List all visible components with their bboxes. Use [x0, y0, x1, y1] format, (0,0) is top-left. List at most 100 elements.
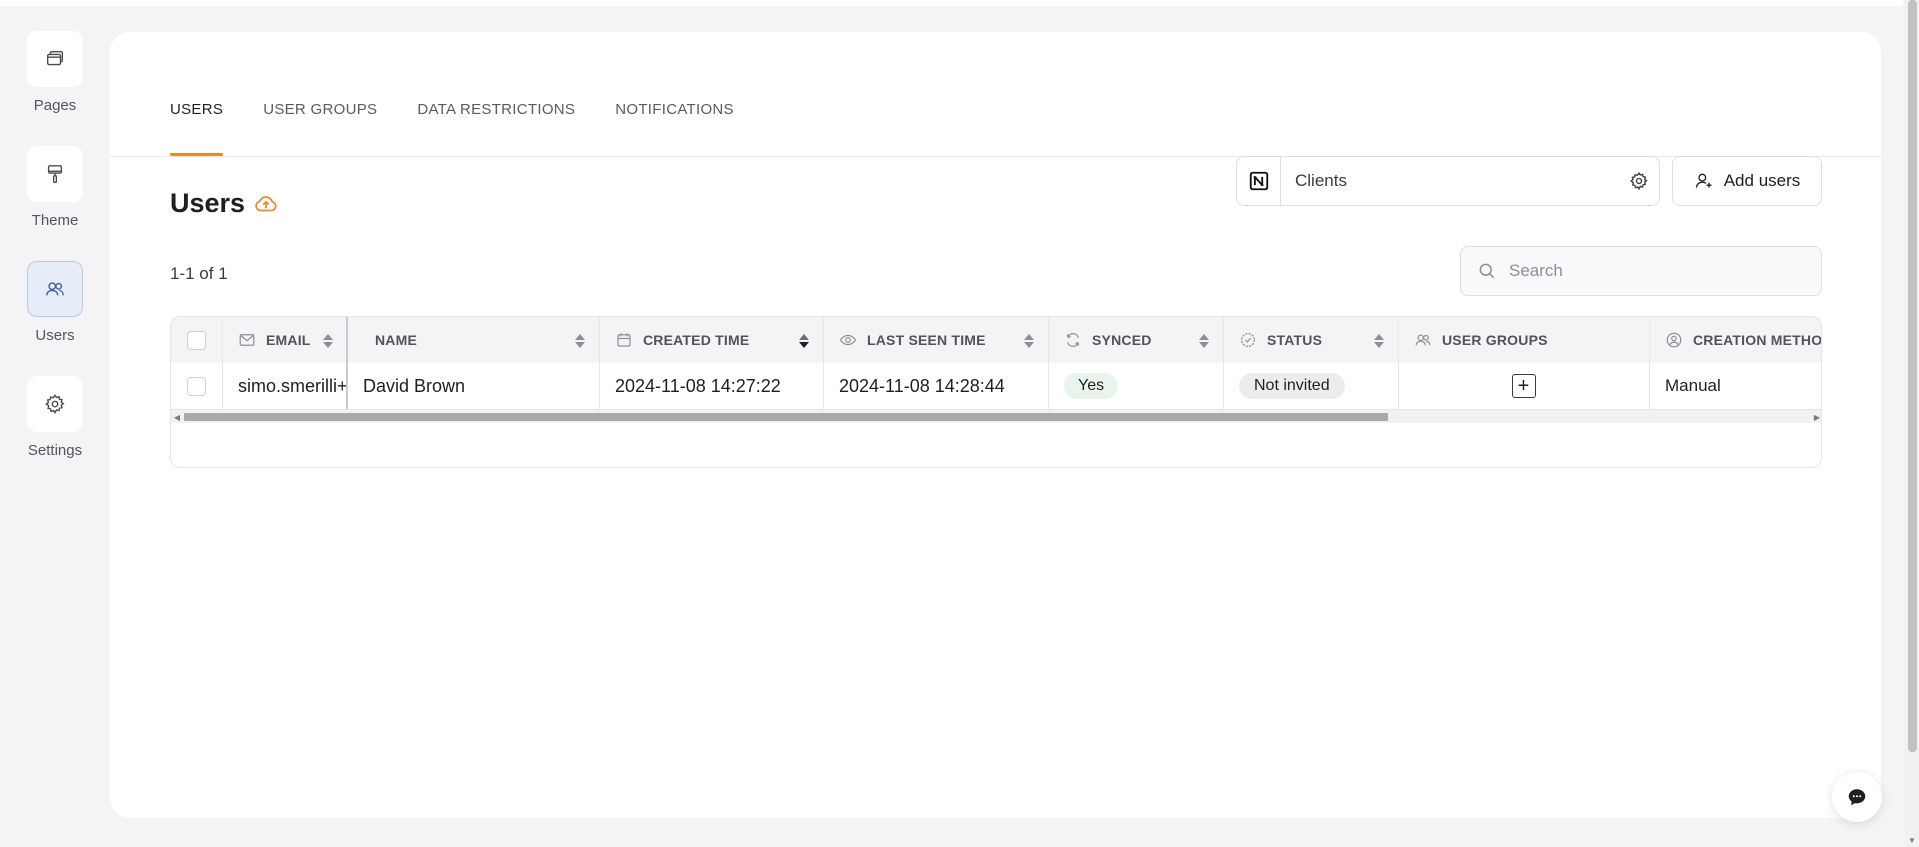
column-label: NAME	[375, 332, 418, 348]
column-label: EMAIL	[266, 332, 311, 348]
sort-icon[interactable]	[573, 333, 587, 349]
top-strip	[0, 0, 1903, 6]
page-vertical-scrollbar[interactable]: ▼	[1905, 0, 1919, 847]
sort-icon-active[interactable]	[797, 333, 811, 349]
chat-bubble-icon	[1848, 789, 1866, 806]
sidebar-item-pages[interactable]: Pages	[0, 31, 110, 114]
main-card: USERS USER GROUPS DATA RESTRICTIONS NOTI…	[110, 32, 1881, 818]
column-divider	[1223, 317, 1224, 409]
column-header-created-time[interactable]: CREATED TIME	[599, 317, 823, 363]
sidebar-item-theme[interactable]: Theme	[0, 146, 110, 229]
search-icon	[1479, 263, 1495, 279]
column-divider	[599, 317, 600, 409]
users-icon	[46, 282, 64, 296]
sidebar-button-pages[interactable]	[27, 31, 83, 87]
sort-icon[interactable]	[1022, 333, 1036, 349]
add-users-label: Add users	[1723, 171, 1801, 190]
column-header-creation-method[interactable]: CREATION METHO	[1649, 317, 1822, 363]
search-box[interactable]	[1460, 246, 1822, 296]
scrollbar-thumb[interactable]	[1908, 0, 1917, 752]
cell-status: Not invited	[1223, 363, 1398, 409]
gear-icon	[45, 394, 65, 415]
scroll-down-arrow-icon[interactable]: ▼	[1905, 836, 1919, 845]
column-header-email[interactable]: EMAIL	[222, 317, 347, 363]
result-count: 1-1 of 1	[170, 264, 228, 283]
scroll-right-arrow-icon[interactable]: ▶	[1811, 410, 1821, 424]
scrollbar-thumb[interactable]	[184, 413, 1388, 421]
add-user-group-button[interactable]: +	[1511, 374, 1536, 398]
column-divider	[222, 317, 223, 409]
column-label: CREATED TIME	[643, 332, 750, 348]
cell-name[interactable]: David Brown	[347, 363, 599, 409]
column-header-name[interactable]: NAME	[347, 317, 599, 363]
sidebar-item-label: Pages	[33, 97, 77, 114]
search-input[interactable]	[1509, 261, 1809, 281]
table-horizontal-scrollbar[interactable]: ◀ ▶	[171, 409, 1821, 424]
row-select-cell	[171, 363, 222, 409]
column-header-synced[interactable]: SYNCED	[1048, 317, 1223, 363]
tab-notifications[interactable]: NOTIFICATIONS	[615, 92, 734, 156]
sidebar-item-settings[interactable]: Settings	[0, 376, 110, 459]
add-user-icon	[1695, 173, 1712, 188]
sync-icon	[1064, 331, 1082, 349]
status-badge: Not invited	[1239, 373, 1345, 399]
add-users-button[interactable]: Add users	[1672, 156, 1822, 206]
data-source-selector[interactable]: Clients	[1236, 156, 1660, 206]
data-source-name: Clients	[1295, 171, 1347, 190]
eye-icon	[839, 331, 857, 349]
table-header: EMAIL NAME CREATED TIME LAST SEEN TIME S…	[171, 317, 1822, 363]
source-settings-icon[interactable]	[1619, 157, 1659, 205]
mail-icon	[238, 331, 256, 349]
sidebar-button-users[interactable]	[27, 261, 83, 317]
check-badge-icon	[1239, 331, 1257, 349]
sidebar-item-label: Settings	[27, 442, 83, 459]
frozen-column-divider[interactable]	[346, 317, 348, 409]
column-header-last-seen-time[interactable]: LAST SEEN TIME	[823, 317, 1048, 363]
calendar-icon	[615, 331, 633, 349]
cell-user-groups: +	[1398, 363, 1649, 409]
scroll-left-arrow-icon[interactable]: ◀	[171, 410, 183, 424]
cell-last-seen-time: 2024-11-08 14:28:44	[839, 375, 1005, 396]
synced-badge: Yes	[1064, 373, 1119, 399]
sidebar: Pages Theme Users Settings	[0, 0, 110, 847]
row-checkbox[interactable]	[187, 376, 206, 396]
sort-icon[interactable]	[1197, 333, 1211, 349]
tab-users[interactable]: USERS	[170, 92, 224, 156]
notion-icon	[1237, 157, 1281, 205]
pages-icon	[46, 50, 64, 66]
sidebar-button-settings[interactable]	[27, 376, 83, 432]
column-divider	[823, 317, 824, 409]
sort-icon[interactable]	[1372, 333, 1386, 349]
column-divider	[1398, 317, 1399, 409]
tab-user-groups[interactable]: USER GROUPS	[263, 92, 377, 156]
cell-creation-method: Manual	[1665, 376, 1721, 395]
column-label: STATUS	[1267, 332, 1323, 348]
column-header-user-groups[interactable]: USER GROUPS	[1398, 317, 1649, 363]
user-circle-icon	[1665, 331, 1683, 349]
sidebar-item-label: Users	[35, 327, 75, 344]
cell-email[interactable]: simo.smerilli+	[222, 363, 347, 409]
page-title-row: Users	[170, 188, 279, 219]
select-all-cell	[171, 317, 222, 363]
column-label: LAST SEEN TIME	[867, 332, 986, 348]
sidebar-item-users[interactable]: Users	[0, 261, 110, 344]
column-divider	[1048, 317, 1049, 409]
sidebar-item-label: Theme	[31, 212, 79, 229]
cloud-upload-icon[interactable]	[253, 191, 279, 217]
users-icon	[1414, 331, 1432, 349]
tab-bar: USERS USER GROUPS DATA RESTRICTIONS NOTI…	[170, 92, 774, 156]
users-table: EMAIL NAME CREATED TIME LAST SEEN TIME S…	[170, 316, 1822, 468]
column-label: SYNCED	[1092, 332, 1152, 348]
column-divider	[1649, 317, 1650, 409]
sort-icon[interactable]	[321, 333, 335, 349]
tab-data-restrictions[interactable]: DATA RESTRICTIONS	[417, 92, 575, 156]
chat-support-button[interactable]	[1832, 772, 1882, 822]
paint-roller-icon	[47, 165, 63, 183]
column-label: CREATION METHO	[1693, 332, 1822, 348]
page-title: Users	[170, 188, 246, 218]
cell-created-time: 2024-11-08 14:27:22	[615, 375, 781, 396]
select-all-checkbox[interactable]	[187, 330, 206, 350]
table-row[interactable]: simo.smerilli+ David Brown 2024-11-08 14…	[171, 363, 1821, 409]
sidebar-button-theme[interactable]	[27, 146, 83, 202]
column-header-status[interactable]: STATUS	[1223, 317, 1398, 363]
